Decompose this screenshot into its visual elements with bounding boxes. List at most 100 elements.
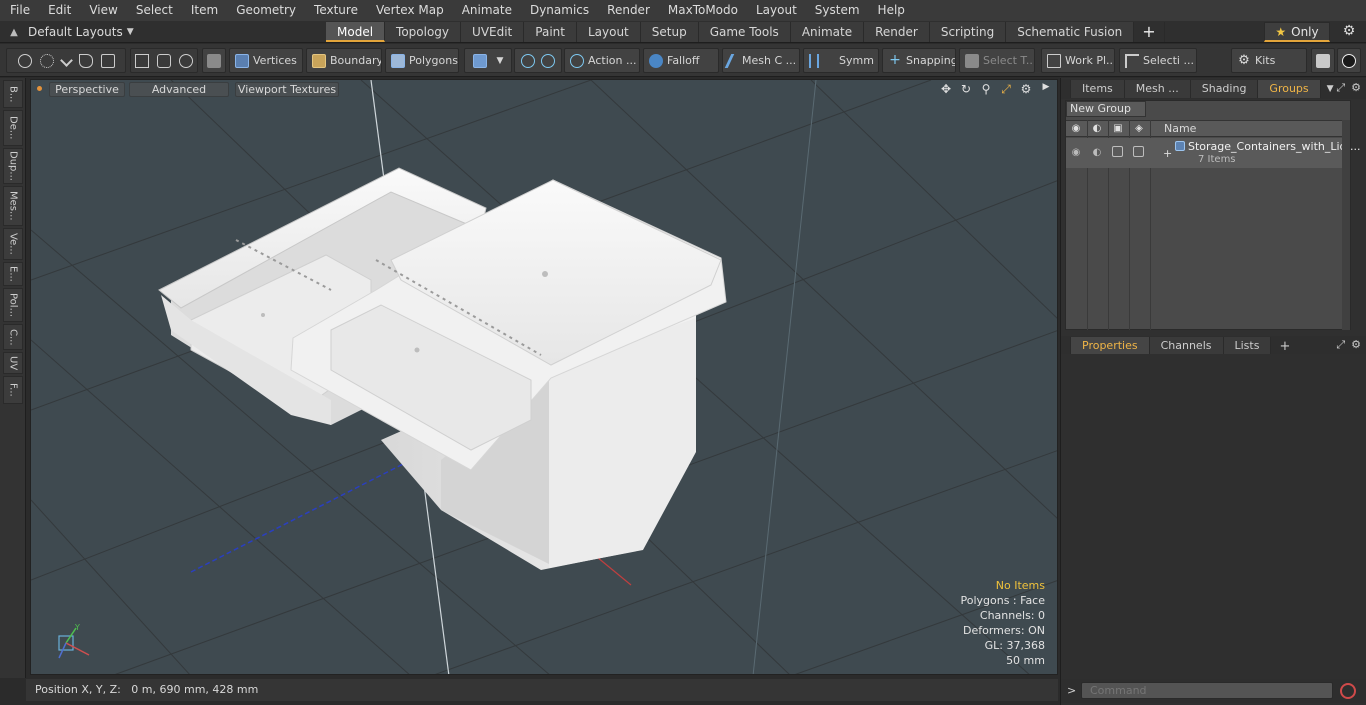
menu-file[interactable]: File — [0, 0, 39, 21]
left-tab-polygon[interactable]: Pol... — [3, 288, 23, 322]
tab-lists[interactable]: Lists — [1223, 337, 1272, 355]
menu-layout[interactable]: Layout — [747, 0, 806, 21]
left-tab-vertex[interactable]: Ve... — [3, 228, 23, 260]
tab-animate[interactable]: Animate — [790, 22, 865, 42]
left-tab-curve[interactable]: C... — [3, 324, 23, 350]
menu-texture[interactable]: Texture — [305, 0, 367, 21]
lock-icon[interactable]: ▣ — [1112, 123, 1124, 135]
rotate-icon[interactable]: ↻ — [959, 82, 973, 97]
left-tab-basic[interactable]: B... — [3, 80, 23, 108]
transform-icon[interactable] — [100, 53, 115, 68]
perspective-button[interactable]: Perspective — [49, 82, 125, 97]
viewport-gear-icon[interactable]: ⚙ — [1019, 82, 1033, 97]
tab-game-tools[interactable]: Game Tools — [698, 22, 791, 42]
select-icon[interactable]: ◈ — [1133, 123, 1145, 135]
name-column-header[interactable]: Name — [1164, 122, 1196, 135]
action-center-button[interactable]: Action ... — [564, 48, 640, 73]
center-icon[interactable] — [135, 53, 149, 68]
menu-maxtomodo[interactable]: MaxToModo — [659, 0, 747, 21]
props-maximize-icon[interactable]: ⤢ — [1336, 338, 1345, 352]
kits-button[interactable]: ⚙ Kits — [1231, 48, 1307, 73]
row-lock-checkbox[interactable] — [1112, 146, 1123, 157]
boundary-button[interactable]: Boundary — [306, 48, 382, 73]
command-input[interactable] — [1081, 682, 1333, 699]
render-icon[interactable]: ◐ — [1091, 123, 1103, 135]
gear-icon[interactable]: ⚙ — [1338, 23, 1360, 41]
left-tab-mesh-edit[interactable]: Mes... — [3, 186, 23, 226]
symmetry-button[interactable]: Symm ... — [803, 48, 879, 73]
menu-view[interactable]: View — [80, 0, 126, 21]
tab-scripting[interactable]: Scripting — [929, 22, 1007, 42]
expand-plus-icon[interactable]: + — [1163, 147, 1172, 160]
panel-gear-icon[interactable]: ⚙ — [1351, 81, 1361, 95]
pivot-icon[interactable] — [157, 53, 171, 68]
tab-paint[interactable]: Paint — [524, 22, 577, 42]
timer-icon[interactable] — [179, 53, 193, 68]
expand-up-icon[interactable]: ▲ — [0, 27, 28, 38]
material-mode-button[interactable]: ▼ — [464, 48, 512, 73]
panel-menu-dot-icon[interactable] — [1061, 80, 1071, 98]
globe-icon[interactable] — [39, 53, 54, 68]
menu-item[interactable]: Item — [182, 0, 227, 21]
tab-channels[interactable]: Channels — [1149, 337, 1224, 355]
item-mode-button[interactable] — [202, 48, 226, 73]
left-tab-duplicate[interactable]: Dup... — [3, 148, 23, 184]
fit-icon[interactable]: ⤢ — [999, 82, 1013, 97]
circle-select-icon[interactable] — [17, 53, 32, 68]
row-select-checkbox[interactable] — [1133, 146, 1144, 157]
play-right-icon[interactable]: ▶ — [1039, 82, 1053, 97]
menu-vertex-map[interactable]: Vertex Map — [367, 0, 453, 21]
unreal-button[interactable] — [1337, 48, 1361, 73]
tabs-chevron-down-icon[interactable]: ▼ — [1327, 84, 1334, 94]
tab-layout[interactable]: Layout — [576, 22, 641, 42]
tab-groups[interactable]: Groups — [1258, 80, 1321, 98]
viewport-scene[interactable]: Y — [31, 80, 1058, 675]
tab-render[interactable]: Render — [864, 22, 930, 42]
menu-edit[interactable]: Edit — [39, 0, 80, 21]
left-tab-fusion[interactable]: F... — [3, 376, 23, 404]
tab-schematic-fusion[interactable]: Schematic Fusion — [1006, 22, 1135, 42]
menu-animate[interactable]: Animate — [453, 0, 521, 21]
snap-alt-icon[interactable] — [541, 53, 555, 68]
tab-mesh-ops[interactable]: Mesh ... — [1124, 80, 1191, 98]
only-toggle-button[interactable]: ★ Only — [1264, 22, 1330, 42]
viewport-textures-button[interactable]: Viewport Textures — [235, 82, 339, 97]
tab-model[interactable]: Model — [326, 22, 386, 42]
brush-icon[interactable] — [78, 53, 93, 68]
left-tab-edge[interactable]: E... — [3, 262, 23, 286]
zoom-icon[interactable]: ⚲ — [979, 82, 993, 97]
props-menu-dot-icon[interactable] — [1061, 337, 1071, 355]
pen-icon[interactable] — [59, 54, 73, 67]
menu-geometry[interactable]: Geometry — [227, 0, 305, 21]
work-plane-button[interactable]: Work Pl... — [1041, 48, 1115, 73]
record-macro-icon[interactable] — [1340, 683, 1356, 699]
snapping-button[interactable]: + Snapping — [882, 48, 956, 73]
vertices-button[interactable]: Vertices — [229, 48, 303, 73]
select-through-button[interactable]: Select T... — [959, 48, 1035, 73]
menu-render[interactable]: Render — [598, 0, 659, 21]
pan-icon[interactable]: ✥ — [939, 82, 953, 97]
left-tab-uv[interactable]: UV — [3, 352, 23, 374]
row-eye-icon[interactable]: ◉ — [1070, 147, 1082, 159]
selection-sets-button[interactable]: Selecti ... — [1119, 48, 1197, 73]
polygons-button[interactable]: Polygons — [385, 48, 459, 73]
add-tab-plus-icon[interactable]: + — [1279, 339, 1290, 354]
menu-select[interactable]: Select — [127, 0, 182, 21]
groups-scrollbar[interactable] — [1342, 120, 1350, 330]
row-render-icon[interactable]: ◐ — [1091, 147, 1103, 159]
3d-viewport[interactable]: Y Perspective Advanced Viewport Textures… — [30, 79, 1058, 675]
new-group-button[interactable]: New Group — [1066, 101, 1146, 117]
left-tab-deform[interactable]: De... — [3, 110, 23, 146]
visibility-eye-icon[interactable]: ◉ — [1070, 123, 1082, 135]
maximize-icon[interactable]: ⤢ — [1336, 81, 1345, 95]
render-cube-button[interactable] — [1311, 48, 1335, 73]
tab-uvedit[interactable]: UVEdit — [461, 22, 525, 42]
props-gear-icon[interactable]: ⚙ — [1351, 338, 1361, 352]
tab-items[interactable]: Items — [1071, 80, 1125, 98]
group-row[interactable]: ◉ ◐ + Storage_Containers_with_Lid ... 7 … — [1066, 138, 1361, 168]
layout-selector[interactable]: ▲ Default Layouts ▼ — [0, 21, 160, 43]
snap-icon[interactable] — [521, 53, 535, 68]
menu-help[interactable]: Help — [869, 0, 914, 21]
tab-shading[interactable]: Shading — [1190, 80, 1259, 98]
tab-setup[interactable]: Setup — [640, 22, 699, 42]
